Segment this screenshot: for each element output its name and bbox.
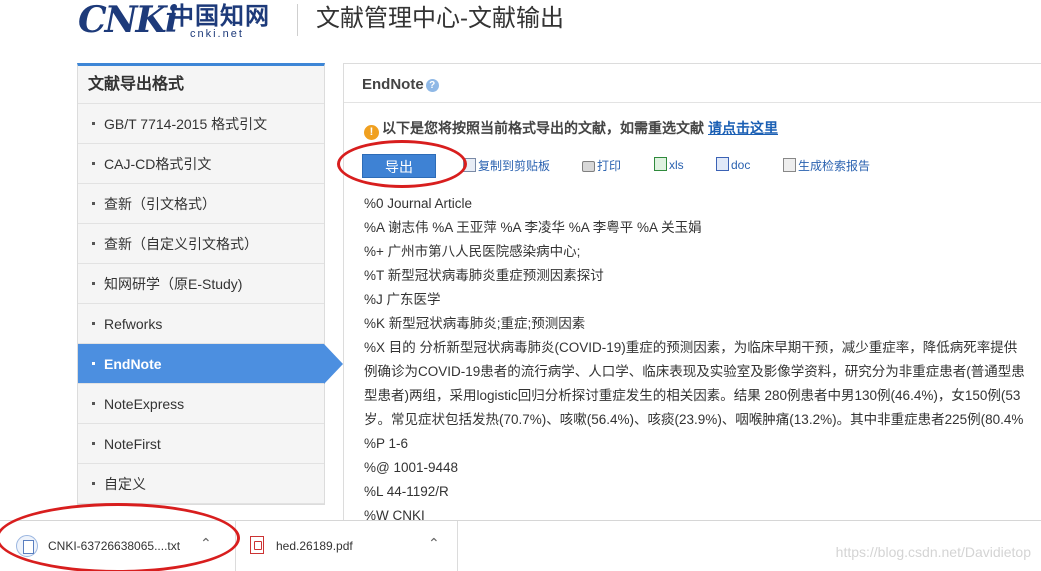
sidebar-item-label: CAJ-CD格式引文 — [104, 156, 212, 172]
sidebar-item-label: NoteFirst — [104, 436, 161, 452]
reselect-link[interactable]: 请点击这里 — [708, 120, 778, 136]
sidebar-item-caj-cd[interactable]: CAJ-CD格式引文 — [78, 144, 324, 184]
page: CNKi 中国知网 cnki.net 文献管理中心-文献输出 文献导出格式 GB… — [0, 0, 1041, 571]
record-line: %P 1-6 — [364, 436, 409, 451]
record-line: %X 目的 分析新型冠状病毒肺炎(COVID-19)重症的预测因素，为临床早期干… — [364, 340, 1018, 355]
export-format-sidebar: 文献导出格式 GB/T 7714-2015 格式引文 CAJ-CD格式引文 查新… — [77, 63, 343, 505]
printer-icon — [582, 161, 595, 172]
download-filename: hed.26189.pdf — [276, 539, 353, 553]
bullet-icon — [92, 402, 95, 405]
record-line: 岁。常见症状包括发热(70.7%)、咳嗽(56.4%)、咳痰(23.9%)、咽喉… — [364, 412, 1024, 427]
logo-chinese-name: 中国知网 — [170, 1, 270, 30]
format-title-text: EndNote — [362, 76, 424, 93]
sidebar-item-label: NoteExpress — [104, 396, 185, 412]
report-label: 生成检索报告 — [798, 159, 871, 173]
sidebar-item-label: Refworks — [104, 316, 163, 332]
record-line: %J 广东医学 — [364, 292, 441, 307]
download-item-pdf[interactable]: hed.26189.pdf ⌃ — [236, 521, 458, 571]
sidebar-item-label: GB/T 7714-2015 格式引文 — [104, 116, 268, 132]
bullet-icon — [92, 442, 95, 445]
notice-text: 以下是您将按照当前格式导出的文献，如需重选文献 — [382, 120, 704, 136]
record-line: %T 新型冠状病毒肺炎重症预测因素探讨 — [364, 268, 604, 283]
sidebar-item-endnote[interactable]: EndNote — [78, 344, 343, 384]
sidebar-item-novelty-citation[interactable]: 查新（引文格式） — [78, 184, 324, 224]
watermark: https://blog.csdn.net/Davidietop — [835, 544, 1031, 560]
sidebar-item-label: 查新（引文格式） — [104, 196, 216, 212]
chevron-up-icon[interactable]: ⌃ — [428, 535, 440, 552]
bullet-icon — [92, 282, 95, 285]
format-title: EndNote? — [362, 76, 439, 93]
sidebar-item-label: 知网研学（原E-Study) — [104, 276, 243, 292]
sidebar-item-estudy[interactable]: 知网研学（原E-Study) — [78, 264, 324, 304]
record-line: %K 新型冠状病毒肺炎;重症;预测因素 — [364, 316, 586, 331]
sidebar-item-novelty-custom[interactable]: 查新（自定义引文格式） — [78, 224, 324, 264]
pdf-file-icon — [250, 536, 264, 554]
highlight-circle-export — [337, 140, 467, 188]
generate-report-button[interactable]: 生成检索报告 — [783, 157, 870, 174]
xls-label: xls — [669, 158, 684, 172]
logo-mark: CNKi — [78, 0, 179, 41]
logo-domain: cnki.net — [190, 28, 244, 40]
page-title: 文献管理中心-文献输出 — [316, 5, 564, 32]
cnki-logo[interactable]: CNKi 中国知网 cnki.net — [78, 0, 283, 44]
record-line: 例确诊为COVID-19患者的流行病学、人口学、临床表现及实验室及影像学资料，研… — [364, 364, 1025, 379]
print-button[interactable]: 打印 — [582, 157, 621, 174]
word-icon — [716, 157, 729, 171]
record-line: %A 谢志伟 %A 王亚萍 %A 李凌华 %A 李粤平 %A 关玉娟 — [364, 220, 702, 235]
bullet-icon — [92, 362, 95, 365]
print-label: 打印 — [597, 159, 622, 173]
record-line: %0 Journal Article — [364, 196, 473, 211]
copy-label: 复制到剪贴板 — [478, 159, 551, 173]
record-line: %L 44-1192/R — [364, 484, 449, 499]
bullet-icon — [92, 322, 95, 325]
sidebar-item-custom[interactable]: 自定义 — [78, 464, 324, 504]
highlight-circle-download — [0, 503, 240, 571]
notice: ! 以下是您将按照当前格式导出的文献，如需重选文献 请点击这里 — [364, 118, 778, 140]
bullet-icon — [92, 162, 95, 165]
export-doc-button[interactable]: doc — [716, 157, 750, 172]
sidebar-item-refworks[interactable]: Refworks — [78, 304, 324, 344]
sidebar-item-noteexpress[interactable]: NoteExpress — [78, 384, 324, 424]
copy-to-clipboard-button[interactable]: 复制到剪贴板 — [463, 157, 550, 174]
record-line: %@ 1001-9448 — [364, 460, 459, 475]
bullet-icon — [92, 242, 95, 245]
record-line: %+ 广州市第八人民医院感染病中心; — [364, 244, 581, 259]
sidebar-item-label: 查新（自定义引文格式） — [104, 236, 258, 252]
help-icon[interactable]: ? — [425, 78, 439, 92]
bullet-icon — [92, 482, 95, 485]
export-panel: EndNote? ! 以下是您将按照当前格式导出的文献，如需重选文献 请点击这里 导… — [343, 63, 1041, 533]
warning-icon: ! — [364, 125, 379, 140]
bullet-icon — [92, 122, 95, 125]
report-icon — [783, 158, 796, 172]
export-xls-button[interactable]: xls — [654, 157, 684, 172]
divider — [344, 102, 1041, 103]
sidebar-item-label: 自定义 — [104, 476, 146, 492]
bullet-icon — [92, 202, 95, 205]
doc-label: doc — [731, 158, 751, 172]
sidebar-item-notefirst[interactable]: NoteFirst — [78, 424, 324, 464]
sidebar-item-label: EndNote — [104, 356, 162, 372]
export-content: %0 Journal Article %A 谢志伟 %A 王亚萍 %A 李凌华 … — [364, 192, 1041, 528]
header: CNKi 中国知网 cnki.net 文献管理中心-文献输出 — [0, 0, 1041, 48]
excel-icon — [654, 157, 667, 171]
record-line: 型患者)两组，采用logistic回归分析探讨重症发生的相关因素。结果 280例… — [364, 388, 1021, 403]
header-divider — [297, 4, 298, 36]
sidebar-item-gbt7714[interactable]: GB/T 7714-2015 格式引文 — [78, 104, 324, 144]
sidebar-title: 文献导出格式 — [78, 66, 324, 104]
active-arrow-icon — [324, 344, 343, 384]
